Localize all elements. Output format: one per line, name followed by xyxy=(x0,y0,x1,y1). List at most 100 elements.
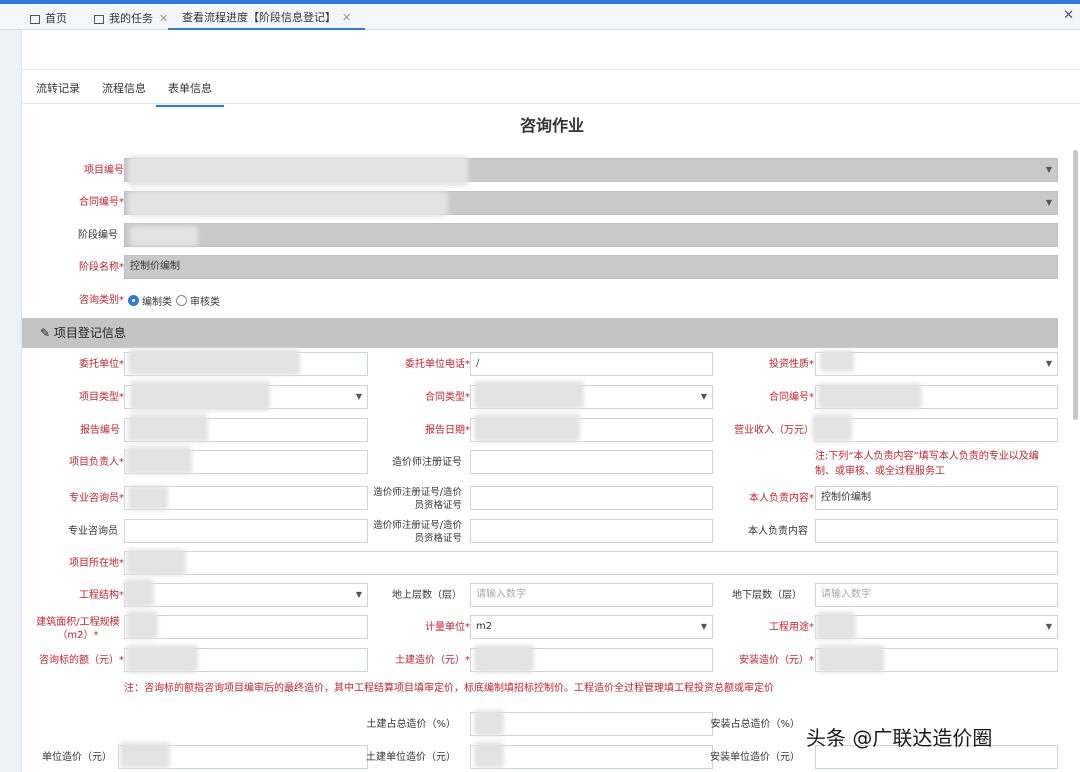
tab-home[interactable]: 首页 xyxy=(30,8,67,30)
project-location-input[interactable] xyxy=(124,551,1058,575)
redacted-block xyxy=(124,579,154,607)
my-content1-input[interactable]: 控制价编制 xyxy=(815,486,1058,510)
consult-type-label: 咨询类别* xyxy=(79,295,124,306)
radio-checked-icon xyxy=(128,295,139,306)
note-consult-amount: 注：咨询标的额指咨询项目编审后的最终造价，其中工程结算项目填审定价，标底编制填招… xyxy=(124,683,774,694)
redacted-block xyxy=(474,742,504,768)
cert-combo1-input[interactable] xyxy=(470,486,713,510)
redacted-block xyxy=(128,414,208,442)
vertical-scrollbar[interactable] xyxy=(1073,150,1078,420)
caret-down-icon: ▼ xyxy=(700,622,707,631)
radio-unchecked-icon xyxy=(176,295,187,306)
report-date-label: 报告日期* xyxy=(425,425,470,436)
redacted-block xyxy=(120,742,170,768)
contract-no2-label: 合同编号* xyxy=(769,392,814,403)
cost-engineer-cert-label: 造价师注册证号 xyxy=(392,457,462,468)
civil-cost-label: 土建造价（元）* xyxy=(395,655,470,666)
usage-label: 工程用途* xyxy=(769,622,814,633)
cert-combo2-input[interactable] xyxy=(470,519,713,543)
invest-nature-label: 投资性质* xyxy=(769,359,814,370)
client-phone-label: 委托单位电话* xyxy=(405,359,470,370)
redacted-block xyxy=(818,383,922,409)
caret-down-icon: ▼ xyxy=(1045,165,1052,174)
my-content1-label: 本人负责内容* xyxy=(749,493,814,504)
left-sidebar-strip xyxy=(0,30,22,772)
install-cost-label: 安装造价（元）* xyxy=(739,655,814,666)
caret-down-icon: ▼ xyxy=(1045,198,1052,207)
civil-pct-input[interactable] xyxy=(470,712,713,736)
project-location-label: 项目所在地* xyxy=(69,558,124,569)
caret-down-icon: ▼ xyxy=(700,392,707,401)
caret-down-icon: ▼ xyxy=(1045,622,1052,631)
redacted-block xyxy=(126,611,158,639)
structure-select[interactable]: ▼ xyxy=(124,583,368,607)
close-all-icon[interactable]: ✕ xyxy=(1063,8,1074,23)
project-no-label: 项目编号 xyxy=(84,165,124,176)
tab-my-tasks[interactable]: 我的任务 ✕ xyxy=(94,8,168,30)
task-icon xyxy=(94,14,104,24)
stage-no-field xyxy=(124,223,1058,247)
redacted-block xyxy=(126,446,192,474)
contract-type-label: 合同类型* xyxy=(425,392,470,403)
unit-cost-label: 单位造价（元） xyxy=(42,752,112,763)
edit-icon: ✎ xyxy=(40,326,51,340)
tab-process-progress[interactable]: 查看流程进度【阶段信息登记】 ✕ xyxy=(168,7,366,30)
consultant2-input[interactable] xyxy=(124,519,368,543)
area-label: 建筑面积/工程规模（m2）* xyxy=(36,617,120,641)
consult-amount-label: 咨询标的额（元）* xyxy=(39,655,124,666)
redacted-block xyxy=(128,486,168,510)
civil-unit-cost-label: 土建单位造价（元） xyxy=(366,752,456,763)
window-tab-bar: 首页 我的任务 ✕ 查看流程进度【阶段信息登记】 ✕ ✕ xyxy=(0,4,1080,30)
redacted-block xyxy=(130,226,198,246)
my-content2-input[interactable] xyxy=(815,519,1058,543)
watermark: 头条 @广联达造价圈 xyxy=(806,726,993,750)
close-icon[interactable]: ✕ xyxy=(159,8,168,30)
cost-engineer-cert-input[interactable] xyxy=(470,450,713,474)
project-leader-label: 项目负责人* xyxy=(69,457,124,468)
project-type-label: 项目类型* xyxy=(79,392,124,403)
radio-compile[interactable]: 编制类 xyxy=(128,293,172,308)
redacted-block xyxy=(816,612,856,640)
caret-down-icon: ▼ xyxy=(1045,359,1052,368)
client-phone-input[interactable]: / xyxy=(470,352,713,376)
redacted-block xyxy=(812,414,852,442)
civil-pct-label: 土建占总造价（%） xyxy=(366,719,456,730)
consultant1-label: 专业咨询员* xyxy=(69,493,124,504)
redacted-block xyxy=(474,645,534,673)
stage-no-label: 阶段编号 xyxy=(78,230,118,241)
floors-below-label: 地下层数（层） xyxy=(732,590,802,601)
civil-unit-cost-input[interactable] xyxy=(470,745,713,769)
tab-form-info[interactable]: 表单信息 xyxy=(156,80,224,107)
report-no-label: 报告编号 xyxy=(80,425,120,436)
section-header: ✎ 项目登记信息 xyxy=(22,318,1058,348)
monitor-icon xyxy=(30,14,40,24)
cert-combo2-label: 造价师注册证号/造价员资格证号 xyxy=(373,520,462,544)
install-pct-label: 安装占总造价（%） xyxy=(710,719,800,730)
install-unit-cost-label: 安装单位造价（元） xyxy=(710,752,800,763)
revenue-label: 营业收入（万元） xyxy=(734,425,814,436)
redacted-block xyxy=(130,381,270,411)
consultant2-label: 专业咨询员 xyxy=(68,526,118,537)
redacted-block xyxy=(128,349,300,375)
stage-name-label: 阶段名称* xyxy=(79,262,124,273)
form-title: 咨询作业 xyxy=(519,116,584,135)
close-icon[interactable]: ✕ xyxy=(342,7,351,29)
tab-flow-records[interactable]: 流转记录 xyxy=(36,80,80,96)
tab-process-info[interactable]: 流程信息 xyxy=(102,80,146,96)
unit-select[interactable]: m2 ▼ xyxy=(470,615,713,639)
section-title: 项目登记信息 xyxy=(53,326,126,340)
floors-below-input[interactable]: 请输入数字 xyxy=(815,583,1058,607)
contract-no-label: 合同编号* xyxy=(79,197,124,208)
radio-audit[interactable]: 审核类 xyxy=(176,293,220,308)
caret-down-icon: ▼ xyxy=(355,590,362,599)
redacted-block xyxy=(128,156,468,186)
floors-above-input[interactable]: 请输入数字 xyxy=(470,583,713,607)
redacted-block xyxy=(474,381,584,409)
stage-name-field: 控制价编制 xyxy=(124,255,1058,279)
my-content2-label: 本人负责内容 xyxy=(748,526,808,537)
redacted-block xyxy=(818,645,884,673)
floors-above-label: 地上层数（层） xyxy=(392,590,462,601)
client-unit-label: 委托单位* xyxy=(79,359,124,370)
redacted-block xyxy=(128,191,448,217)
area-input[interactable] xyxy=(124,615,368,639)
